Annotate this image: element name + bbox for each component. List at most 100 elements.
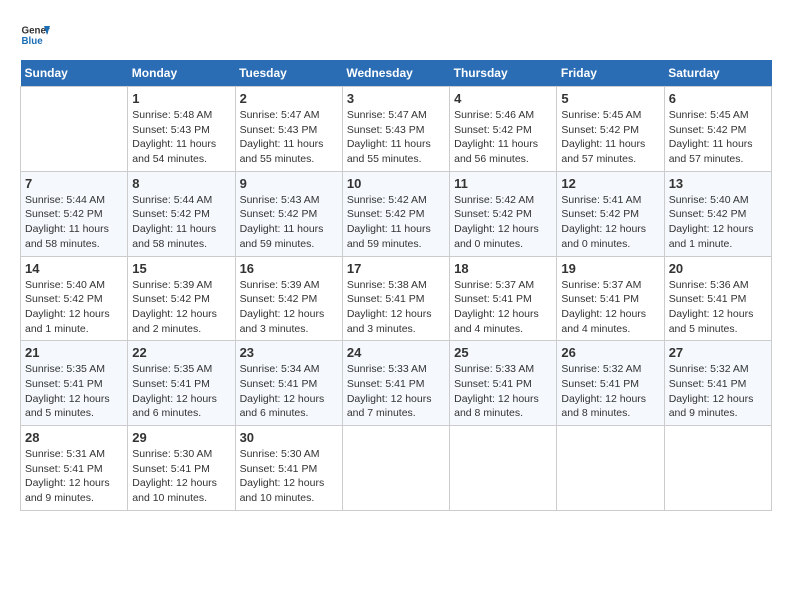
- page-header: General Blue: [20, 20, 772, 50]
- day-number: 7: [25, 176, 123, 191]
- cell-info: Sunrise: 5:37 AM Sunset: 5:41 PM Dayligh…: [561, 278, 659, 337]
- logo-icon: General Blue: [20, 20, 50, 50]
- cell-info: Sunrise: 5:42 AM Sunset: 5:42 PM Dayligh…: [347, 193, 445, 252]
- calendar-cell: 28 Sunrise: 5:31 AM Sunset: 5:41 PM Dayli…: [21, 426, 128, 511]
- calendar-week: 28 Sunrise: 5:31 AM Sunset: 5:41 PM Dayli…: [21, 426, 772, 511]
- cell-info: Sunrise: 5:40 AM Sunset: 5:42 PM Dayligh…: [669, 193, 767, 252]
- day-number: 25: [454, 345, 552, 360]
- day-number: 27: [669, 345, 767, 360]
- day-number: 17: [347, 261, 445, 276]
- calendar-week: 21 Sunrise: 5:35 AM Sunset: 5:41 PM Dayli…: [21, 341, 772, 426]
- calendar-cell: 3 Sunrise: 5:47 AM Sunset: 5:43 PM Daylig…: [342, 87, 449, 172]
- day-number: 18: [454, 261, 552, 276]
- day-number: 3: [347, 91, 445, 106]
- calendar-cell: 16Sunrise: 5:39 AM Sunset: 5:42 PM Dayli…: [235, 256, 342, 341]
- calendar-cell: 4 Sunrise: 5:46 AM Sunset: 5:42 PM Daylig…: [450, 87, 557, 172]
- day-number: 12: [561, 176, 659, 191]
- header-day: Sunday: [21, 60, 128, 87]
- calendar-cell: 10 Sunrise: 5:42 AM Sunset: 5:42 PM Dayli…: [342, 171, 449, 256]
- cell-info: Sunrise: 5:33 AM Sunset: 5:41 PM Dayligh…: [454, 362, 552, 421]
- day-number: 2: [240, 91, 338, 106]
- day-number: 9: [240, 176, 338, 191]
- day-number: 1: [132, 91, 230, 106]
- cell-info: Sunrise: 5:33 AM Sunset: 5:41 PM Dayligh…: [347, 362, 445, 421]
- cell-info: Sunrise: 5:39 AM Sunset: 5:42 PM Dayligh…: [240, 278, 338, 337]
- cell-info: Sunrise: 5:45 AM Sunset: 5:42 PM Dayligh…: [561, 108, 659, 167]
- day-number: 22: [132, 345, 230, 360]
- cell-info: Sunrise: 5:34 AM Sunset: 5:41 PM Dayligh…: [240, 362, 338, 421]
- cell-info: Sunrise: 5:40 AM Sunset: 5:42 PM Dayligh…: [25, 278, 123, 337]
- calendar-cell: 25 Sunrise: 5:33 AM Sunset: 5:41 PM Dayli…: [450, 341, 557, 426]
- calendar-cell: 22 Sunrise: 5:35 AM Sunset: 5:41 PM Dayli…: [128, 341, 235, 426]
- logo: General Blue: [20, 20, 50, 50]
- cell-info: Sunrise: 5:30 AM Sunset: 5:41 PM Dayligh…: [240, 447, 338, 506]
- day-number: 30: [240, 430, 338, 445]
- cell-info: Sunrise: 5:46 AM Sunset: 5:42 PM Dayligh…: [454, 108, 552, 167]
- cell-info: Sunrise: 5:32 AM Sunset: 5:41 PM Dayligh…: [669, 362, 767, 421]
- day-number: 20: [669, 261, 767, 276]
- header-row: SundayMondayTuesdayWednesdayThursdayFrid…: [21, 60, 772, 87]
- calendar-cell: 12 Sunrise: 5:41 AM Sunset: 5:42 PM Dayli…: [557, 171, 664, 256]
- day-number: 26: [561, 345, 659, 360]
- calendar-week: 14 Sunrise: 5:40 AM Sunset: 5:42 PM Dayli…: [21, 256, 772, 341]
- day-number: 4: [454, 91, 552, 106]
- calendar-cell: 23 Sunrise: 5:34 AM Sunset: 5:41 PM Dayli…: [235, 341, 342, 426]
- calendar-cell: 27 Sunrise: 5:32 AM Sunset: 5:41 PM Dayli…: [664, 341, 771, 426]
- header-day: Thursday: [450, 60, 557, 87]
- day-number: 6: [669, 91, 767, 106]
- cell-info: Sunrise: 5:35 AM Sunset: 5:41 PM Dayligh…: [132, 362, 230, 421]
- calendar-cell: 30 Sunrise: 5:30 AM Sunset: 5:41 PM Dayli…: [235, 426, 342, 511]
- calendar-cell: 24 Sunrise: 5:33 AM Sunset: 5:41 PM Dayli…: [342, 341, 449, 426]
- day-number: 28: [25, 430, 123, 445]
- calendar-cell: [664, 426, 771, 511]
- calendar-cell: [557, 426, 664, 511]
- cell-info: Sunrise: 5:31 AM Sunset: 5:41 PM Dayligh…: [25, 447, 123, 506]
- calendar-week: 7 Sunrise: 5:44 AM Sunset: 5:42 PM Daylig…: [21, 171, 772, 256]
- day-number: 8: [132, 176, 230, 191]
- header-day: Tuesday: [235, 60, 342, 87]
- calendar-cell: 11 Sunrise: 5:42 AM Sunset: 5:42 PM Dayli…: [450, 171, 557, 256]
- calendar-cell: 14 Sunrise: 5:40 AM Sunset: 5:42 PM Dayli…: [21, 256, 128, 341]
- cell-info: Sunrise: 5:41 AM Sunset: 5:42 PM Dayligh…: [561, 193, 659, 252]
- cell-info: Sunrise: 5:36 AM Sunset: 5:41 PM Dayligh…: [669, 278, 767, 337]
- cell-info: Sunrise: 5:44 AM Sunset: 5:42 PM Dayligh…: [25, 193, 123, 252]
- svg-text:Blue: Blue: [22, 36, 44, 47]
- calendar-cell: [21, 87, 128, 172]
- header-day: Saturday: [664, 60, 771, 87]
- calendar-cell: 8 Sunrise: 5:44 AM Sunset: 5:42 PM Daylig…: [128, 171, 235, 256]
- cell-info: Sunrise: 5:47 AM Sunset: 5:43 PM Dayligh…: [240, 108, 338, 167]
- calendar-cell: 2 Sunrise: 5:47 AM Sunset: 5:43 PM Daylig…: [235, 87, 342, 172]
- calendar-cell: 20 Sunrise: 5:36 AM Sunset: 5:41 PM Dayli…: [664, 256, 771, 341]
- cell-info: Sunrise: 5:44 AM Sunset: 5:42 PM Dayligh…: [132, 193, 230, 252]
- day-number: 14: [25, 261, 123, 276]
- calendar-table: SundayMondayTuesdayWednesdayThursdayFrid…: [20, 60, 772, 511]
- header-day: Friday: [557, 60, 664, 87]
- calendar-cell: 29 Sunrise: 5:30 AM Sunset: 5:41 PM Dayli…: [128, 426, 235, 511]
- day-number: 15: [132, 261, 230, 276]
- day-number: 24: [347, 345, 445, 360]
- header-day: Monday: [128, 60, 235, 87]
- calendar-cell: 13 Sunrise: 5:40 AM Sunset: 5:42 PM Dayli…: [664, 171, 771, 256]
- day-number: 13: [669, 176, 767, 191]
- calendar-cell: 5Sunrise: 5:45 AM Sunset: 5:42 PM Daylig…: [557, 87, 664, 172]
- calendar-cell: 26 Sunrise: 5:32 AM Sunset: 5:41 PM Dayli…: [557, 341, 664, 426]
- day-number: 10: [347, 176, 445, 191]
- cell-info: Sunrise: 5:37 AM Sunset: 5:41 PM Dayligh…: [454, 278, 552, 337]
- calendar-cell: 9Sunrise: 5:43 AM Sunset: 5:42 PM Daylig…: [235, 171, 342, 256]
- day-number: 21: [25, 345, 123, 360]
- cell-info: Sunrise: 5:45 AM Sunset: 5:42 PM Dayligh…: [669, 108, 767, 167]
- calendar-cell: 6 Sunrise: 5:45 AM Sunset: 5:42 PM Daylig…: [664, 87, 771, 172]
- day-number: 19: [561, 261, 659, 276]
- cell-info: Sunrise: 5:30 AM Sunset: 5:41 PM Dayligh…: [132, 447, 230, 506]
- cell-info: Sunrise: 5:39 AM Sunset: 5:42 PM Dayligh…: [132, 278, 230, 337]
- header-day: Wednesday: [342, 60, 449, 87]
- calendar-week: 1Sunrise: 5:48 AM Sunset: 5:43 PM Daylig…: [21, 87, 772, 172]
- cell-info: Sunrise: 5:32 AM Sunset: 5:41 PM Dayligh…: [561, 362, 659, 421]
- cell-info: Sunrise: 5:42 AM Sunset: 5:42 PM Dayligh…: [454, 193, 552, 252]
- cell-info: Sunrise: 5:47 AM Sunset: 5:43 PM Dayligh…: [347, 108, 445, 167]
- day-number: 11: [454, 176, 552, 191]
- day-number: 23: [240, 345, 338, 360]
- day-number: 29: [132, 430, 230, 445]
- calendar-cell: 18 Sunrise: 5:37 AM Sunset: 5:41 PM Dayli…: [450, 256, 557, 341]
- cell-info: Sunrise: 5:35 AM Sunset: 5:41 PM Dayligh…: [25, 362, 123, 421]
